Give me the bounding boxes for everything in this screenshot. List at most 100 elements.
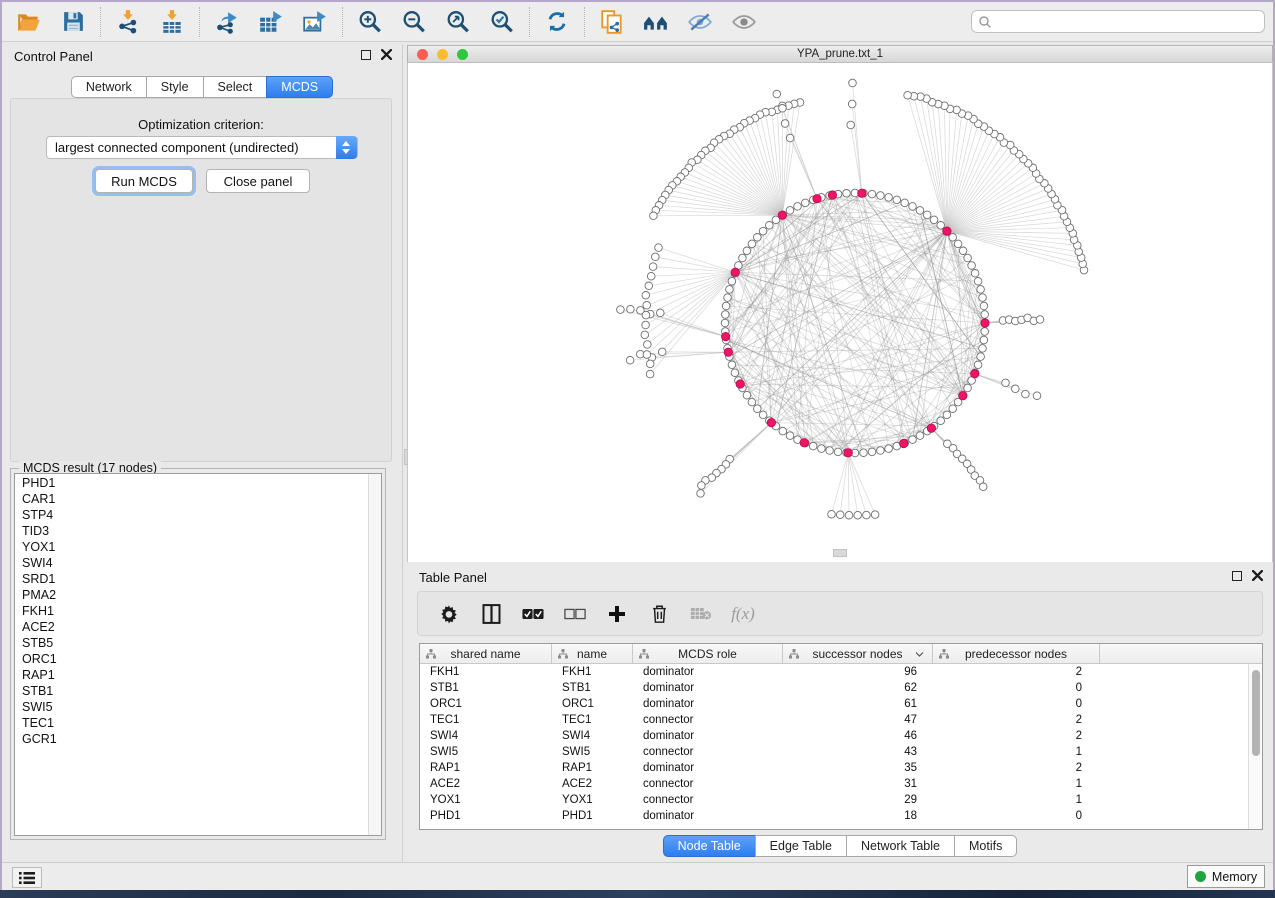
table-settings-icon[interactable]: [438, 602, 460, 626]
delete-table-icon[interactable]: [690, 602, 712, 626]
table-scrollbar[interactable]: [1248, 664, 1262, 829]
mcds-result-item[interactable]: TEC1: [15, 715, 368, 731]
mcds-result-item[interactable]: PMA2: [15, 587, 368, 603]
mcds-result-list[interactable]: PHD1CAR1STP4TID3YOX1SWI4SRD1PMA2FKH1ACE2…: [14, 473, 382, 836]
select-all-columns-icon[interactable]: [522, 602, 544, 626]
close-panel-button[interactable]: Close panel: [206, 169, 310, 193]
criterion-select[interactable]: largest connected component (undirected): [46, 136, 358, 159]
table-row[interactable]: RAP1RAP1dominator352: [420, 760, 1248, 776]
mcds-result-item[interactable]: ACE2: [15, 619, 368, 635]
import-network-from-file-icon[interactable]: [115, 9, 141, 35]
first-neighbors-icon[interactable]: [643, 9, 669, 35]
float-table-panel-icon[interactable]: [1232, 571, 1242, 581]
mcds-result-item[interactable]: YOX1: [15, 539, 368, 555]
mcds-result-item[interactable]: PHD1: [15, 475, 368, 491]
tab-edge-table[interactable]: Edge Table: [755, 835, 846, 857]
zoom-selected-icon[interactable]: [489, 9, 515, 35]
canvas-splitter-handle[interactable]: [833, 549, 847, 557]
export-network-icon[interactable]: [214, 9, 240, 35]
refresh-icon[interactable]: [544, 9, 570, 35]
column-header-name[interactable]: name: [552, 644, 633, 664]
mcds-result-item[interactable]: GCR1: [15, 731, 368, 747]
new-network-from-selection-icon[interactable]: [599, 9, 625, 35]
close-table-panel-icon[interactable]: [1252, 570, 1263, 581]
cell: YOX1: [420, 794, 552, 806]
table-row[interactable]: FKH1FKH1dominator962: [420, 664, 1248, 680]
mcds-result-item[interactable]: STP4: [15, 507, 368, 523]
function-builder-icon[interactable]: f(x): [732, 602, 754, 626]
mcds-result-item[interactable]: STB1: [15, 683, 368, 699]
task-history-button[interactable]: [12, 867, 42, 888]
table-row[interactable]: TEC1TEC1connector472: [420, 712, 1248, 728]
mcds-result-group: MCDS result (17 nodes) PHD1CAR1STP4TID3Y…: [10, 468, 386, 840]
zoom-in-icon[interactable]: [357, 9, 383, 35]
window-zoom-icon[interactable]: [457, 49, 468, 60]
export-image-icon[interactable]: [302, 9, 328, 35]
cell: SWI4: [420, 730, 552, 742]
table-scrollbar-thumb[interactable]: [1252, 670, 1260, 756]
mcds-result-item[interactable]: FKH1: [15, 603, 368, 619]
mcds-result-item[interactable]: TID3: [15, 523, 368, 539]
column-header-MCDS-role[interactable]: MCDS role: [633, 644, 783, 664]
table-row[interactable]: SWI4SWI4dominator462: [420, 728, 1248, 744]
mcds-result-item[interactable]: CAR1: [15, 491, 368, 507]
tab-select[interactable]: Select: [203, 76, 267, 98]
cell: PHD1: [420, 810, 552, 822]
run-mcds-button[interactable]: Run MCDS: [95, 169, 193, 193]
tab-motifs[interactable]: Motifs: [954, 835, 1017, 857]
mcds-list-scrollbar[interactable]: [368, 474, 381, 835]
mcds-result-item[interactable]: RAP1: [15, 667, 368, 683]
table-row[interactable]: YOX1YOX1connector291: [420, 792, 1248, 808]
split-columns-icon[interactable]: [480, 602, 502, 626]
search-icon: [978, 15, 992, 29]
window-close-icon[interactable]: [417, 49, 428, 60]
zoom-fit-content-icon[interactable]: [445, 9, 471, 35]
cell: 1: [933, 778, 1100, 790]
table-row[interactable]: SWI5SWI5connector431: [420, 744, 1248, 760]
memory-button[interactable]: Memory: [1187, 865, 1265, 888]
column-header-successor-nodes[interactable]: successor nodes: [783, 644, 933, 664]
tab-style[interactable]: Style: [146, 76, 203, 98]
show-all-icon[interactable]: [731, 9, 757, 35]
network-window-titlebar[interactable]: YPA_prune.txt_1: [407, 45, 1273, 63]
mcds-result-item[interactable]: STB5: [15, 635, 368, 651]
open-session-icon[interactable]: [16, 9, 42, 35]
create-column-icon[interactable]: [606, 602, 628, 626]
column-header-shared-name[interactable]: shared name: [420, 644, 552, 664]
window-minimize-icon[interactable]: [437, 49, 448, 60]
cell: 2: [933, 762, 1100, 774]
close-panel-icon[interactable]: [381, 49, 392, 60]
tab-node-table[interactable]: Node Table: [663, 835, 755, 857]
export-table-icon[interactable]: [258, 9, 284, 35]
table-row[interactable]: ACE2ACE2connector311: [420, 776, 1248, 792]
table-row[interactable]: PHD1PHD1dominator180: [420, 808, 1248, 824]
cell: RAP1: [552, 762, 633, 774]
cell: ACE2: [552, 778, 633, 790]
search-box[interactable]: [971, 10, 1265, 33]
mcds-result-item[interactable]: SRD1: [15, 571, 368, 587]
main-toolbar: [2, 2, 1273, 42]
tab-network[interactable]: Network: [71, 76, 146, 98]
unselect-all-columns-icon[interactable]: [564, 602, 586, 626]
table-row[interactable]: ORC1ORC1dominator610: [420, 696, 1248, 712]
zoom-out-icon[interactable]: [401, 9, 427, 35]
column-header-predecessor-nodes[interactable]: predecessor nodes: [933, 644, 1100, 664]
cell: 0: [933, 682, 1100, 694]
hide-selected-icon[interactable]: [687, 9, 713, 35]
save-session-icon[interactable]: [60, 9, 86, 35]
import-table-from-file-icon[interactable]: [159, 9, 185, 35]
delete-column-icon[interactable]: [648, 602, 670, 626]
tab-network-table[interactable]: Network Table: [846, 835, 954, 857]
cell: 47: [783, 714, 933, 726]
mcds-result-item[interactable]: SWI4: [15, 555, 368, 571]
search-input[interactable]: [992, 12, 1264, 31]
float-panel-icon[interactable]: [361, 50, 371, 60]
mcds-result-item[interactable]: SWI5: [15, 699, 368, 715]
cell: STB1: [420, 682, 552, 694]
cell: SWI5: [420, 746, 552, 758]
cell: 46: [783, 730, 933, 742]
table-row[interactable]: STB1STB1dominator620: [420, 680, 1248, 696]
tab-mcds[interactable]: MCDS: [266, 76, 333, 98]
network-canvas[interactable]: [407, 63, 1273, 562]
mcds-result-item[interactable]: ORC1: [15, 651, 368, 667]
